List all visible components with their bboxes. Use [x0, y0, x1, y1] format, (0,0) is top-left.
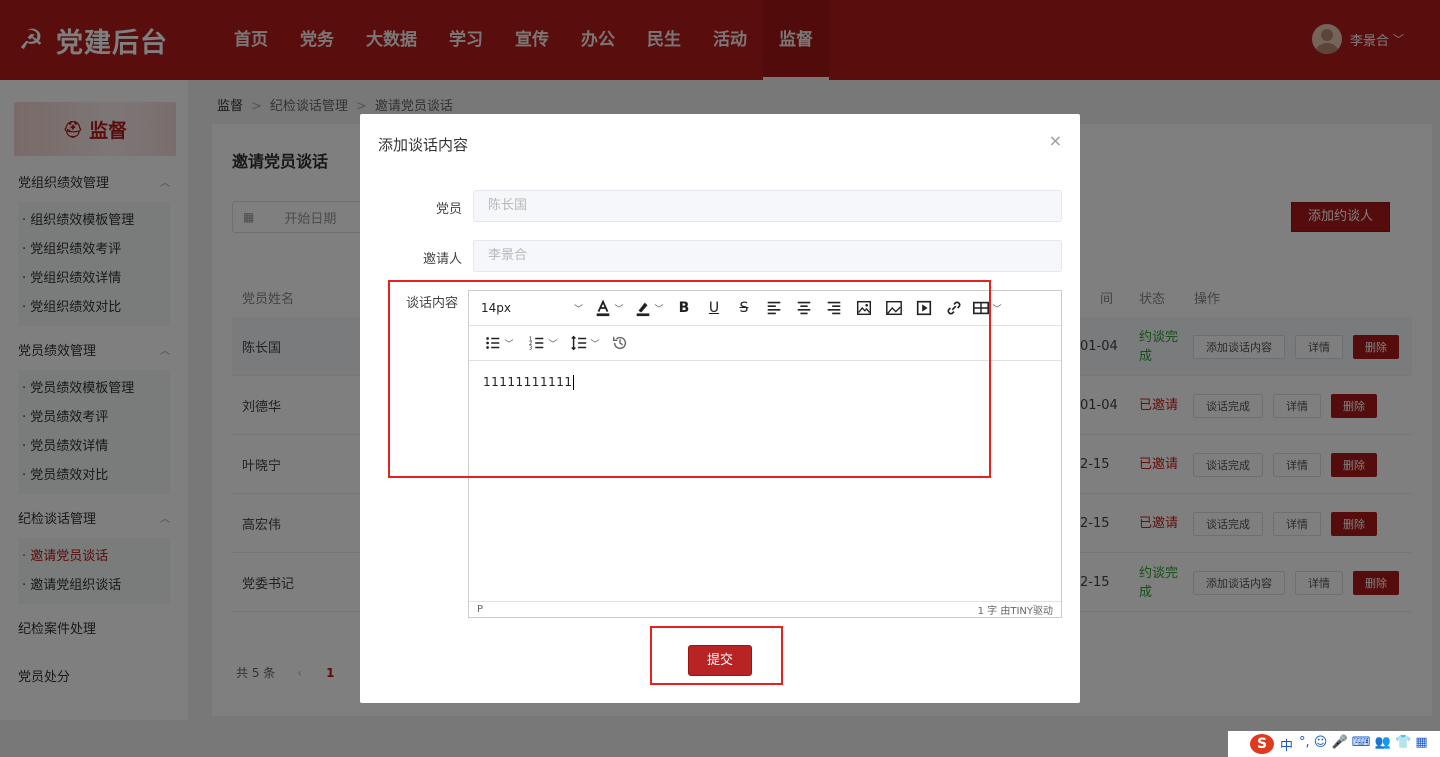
- ime-toolbar: S 中 °, ☺ 🎤 ⌨ 👥 👕 ▦: [1228, 731, 1440, 757]
- close-icon[interactable]: ×: [1049, 131, 1062, 150]
- member-label: 党员: [435, 202, 462, 217]
- member-input[interactable]: 陈长国: [473, 190, 1062, 222]
- element-path[interactable]: P: [477, 604, 483, 615]
- inviter-label: 邀请人: [422, 252, 462, 267]
- editor-status-bar: P 1 字 由TINY驱动: [469, 601, 1061, 617]
- word-count: 1 字 由TINY驱动: [977, 606, 1053, 617]
- ime-lang[interactable]: 中: [1280, 735, 1293, 754]
- ime-tools[interactable]: °, ☺ 🎤 ⌨ 👥 👕 ▦: [1299, 735, 1428, 754]
- sogou-icon[interactable]: S: [1250, 734, 1274, 754]
- annotation-box-submit: [650, 626, 783, 685]
- annotation-box-editor: [388, 280, 991, 478]
- dialog-title: 添加谈话内容: [378, 136, 469, 154]
- inviter-input[interactable]: 李景合: [473, 240, 1062, 272]
